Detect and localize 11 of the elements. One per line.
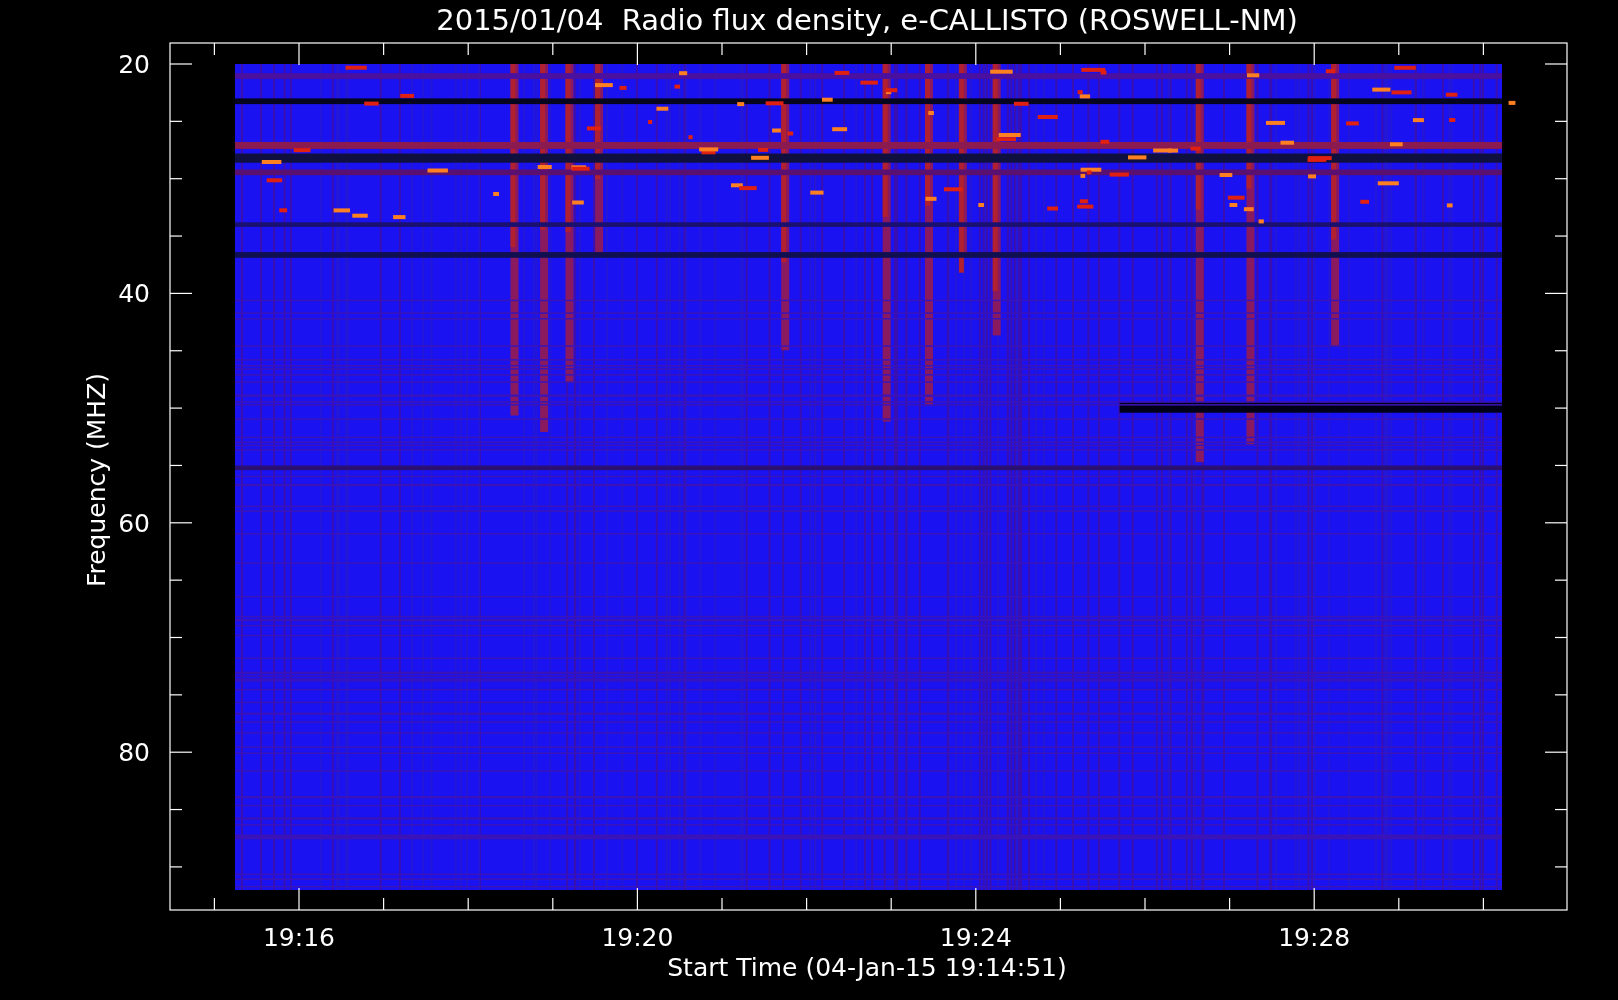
chart-title: 2015/01/04 Radio flux density, e-CALLISTO (ROSWELL-NM) [436,3,1298,37]
axis-tick-label: 19:16 [263,923,335,952]
axis-tick-label: 19:20 [601,923,674,952]
axis-title: Start Time (04-Jan-15 19:14:51) [667,953,1067,982]
axis-tick-label: 60 [118,508,150,538]
axis-title: Frequency (MHZ) [82,372,111,588]
axis-tick-label: 20 [118,50,150,79]
axis-tick-label: 80 [118,738,150,768]
axis-tick-label: 19:24 [939,923,1012,952]
axis-tick-label: 40 [118,279,150,309]
axis-tick-label: 19:28 [1278,923,1351,952]
